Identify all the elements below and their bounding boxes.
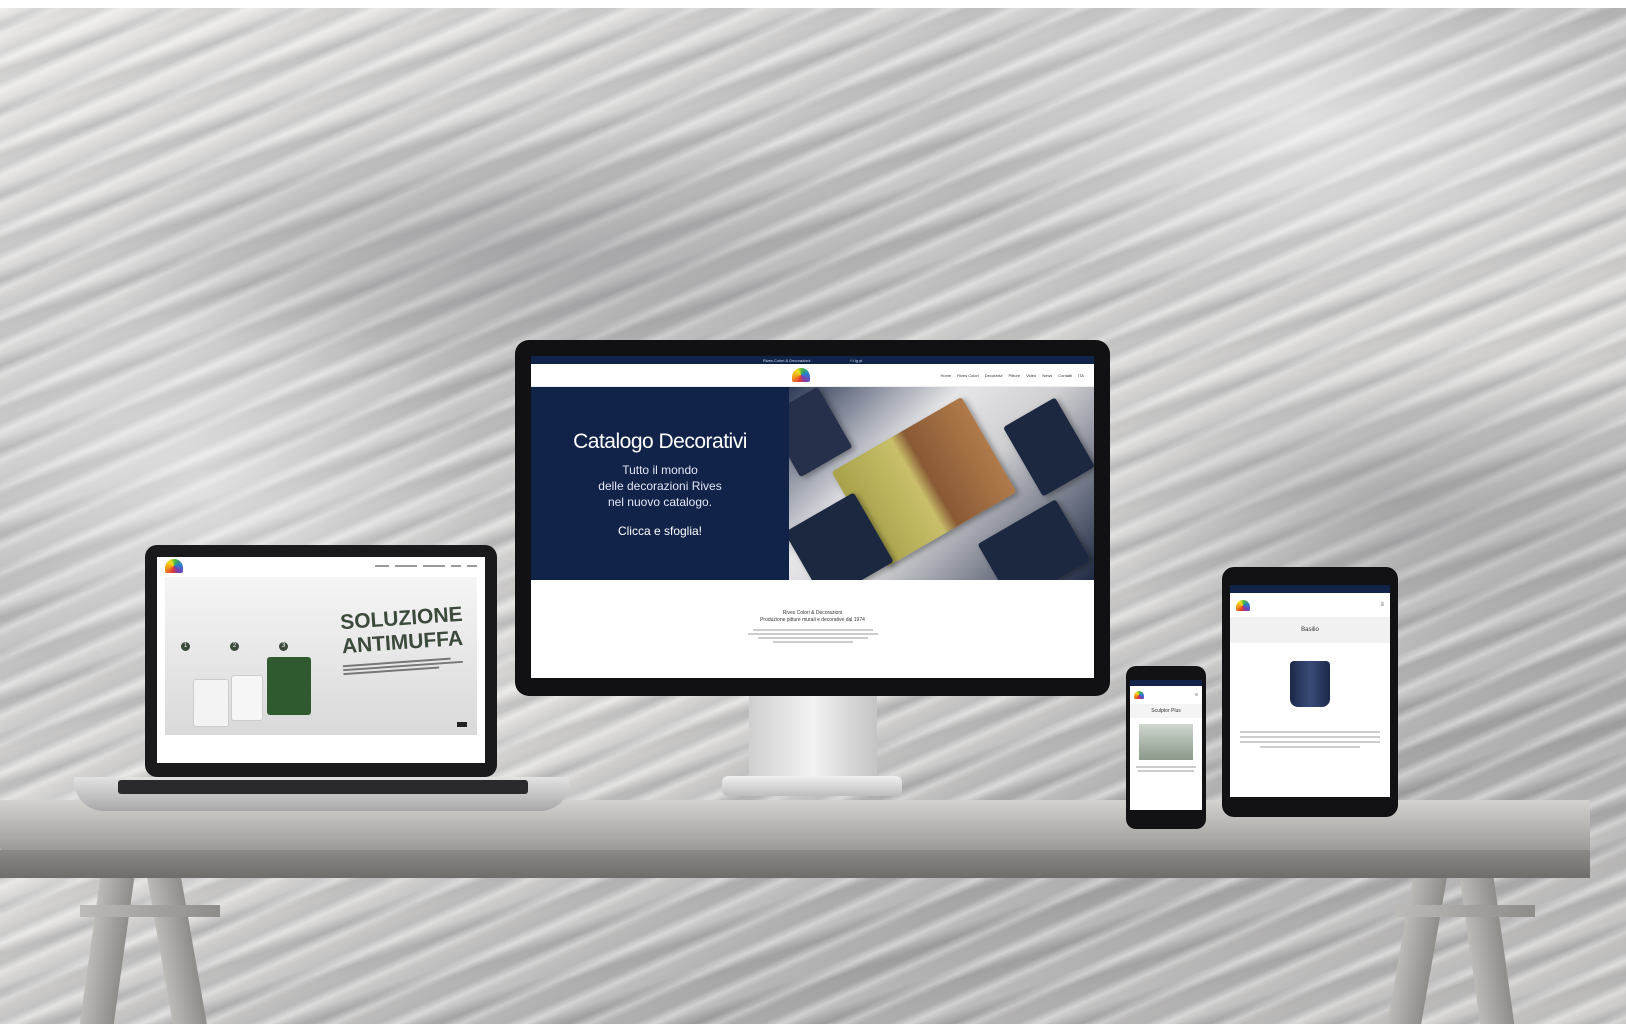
nav-link-home[interactable]: Home xyxy=(940,373,951,378)
laptop-nav-links xyxy=(375,565,477,567)
nav-link-contatti[interactable]: Contatti xyxy=(1058,373,1072,378)
tablet-nav: ≡ xyxy=(1230,593,1390,617)
nav-link-video[interactable]: Video xyxy=(1026,373,1036,378)
desk-brace-left xyxy=(80,905,220,917)
monitor-logo[interactable] xyxy=(791,368,810,382)
laptop-nav-link[interactable] xyxy=(423,565,445,567)
product-bucket xyxy=(267,657,311,715)
laptop-screen: SOLUZIONE ANTIMUFFA 1 2 3 xyxy=(157,557,485,763)
laptop-hero: SOLUZIONE ANTIMUFFA 1 2 3 xyxy=(165,577,477,735)
laptop-logo[interactable] xyxy=(165,559,183,573)
hero-cta-link[interactable]: Clicca e sfoglia! xyxy=(618,524,702,538)
phone-product-image xyxy=(1139,724,1193,760)
hero-text-line: Tutto il mondo xyxy=(622,462,698,477)
mockup-scene: SOLUZIONE ANTIMUFFA 1 2 3 Rives Colori &… xyxy=(0,0,1626,1024)
top-border xyxy=(0,0,1626,8)
nav-link-pitture[interactable]: Pitture xyxy=(1009,373,1021,378)
menu-icon[interactable]: ≡ xyxy=(1195,692,1198,698)
laptop-nav-link[interactable] xyxy=(395,565,417,567)
social-icons[interactable]: f t ig yt xyxy=(850,358,862,363)
monitor-nav-links: Home Rives Colori Decorativi Pitture Vid… xyxy=(940,373,1084,378)
nav-link-rives-colori[interactable]: Rives Colori xyxy=(957,373,979,378)
tablet-product-bucket xyxy=(1290,661,1330,707)
monitor-hero: Catalogo Decorativi Tutto il mondo delle… xyxy=(531,387,1094,580)
hero-text-line: nel nuovo catalogo. xyxy=(607,494,713,509)
topbar-text: Rives Colori & Decorazioni xyxy=(762,357,811,363)
monitor-screen: Rives Colori & Decorazioni f t ig yt Hom… xyxy=(531,356,1094,678)
product-canister xyxy=(193,679,229,727)
laptop-nav-link[interactable] xyxy=(467,565,477,567)
intro-company-name: Rives Colori & Decorazioni xyxy=(782,610,843,616)
laptop-hero-body xyxy=(342,655,464,677)
monitor-stand-foot xyxy=(722,776,902,796)
language-selector[interactable]: ITA xyxy=(1078,373,1084,378)
monitor-topbar: Rives Colori & Decorazioni f t ig yt xyxy=(531,356,1094,364)
nav-link-news[interactable]: News xyxy=(1042,373,1052,378)
laptop-hero-title: SOLUZIONE ANTIMUFFA xyxy=(339,603,465,659)
step-badge: 3 xyxy=(279,642,288,651)
tablet-logo[interactable] xyxy=(1236,599,1250,611)
hero-catalog-image xyxy=(789,387,1094,580)
phone-screen: ≡ Sculptor Plus xyxy=(1130,680,1202,810)
desk-edge xyxy=(0,850,1590,878)
nav-link-decorativi[interactable]: Decorativi xyxy=(985,373,1003,378)
laptop-nav-link[interactable] xyxy=(451,565,461,567)
menu-icon[interactable]: ≡ xyxy=(1380,602,1384,608)
phone-logo[interactable] xyxy=(1134,691,1144,699)
laptop-steps: 1 2 3 xyxy=(181,642,288,651)
laptop-keyboard xyxy=(118,780,528,794)
catalog-cover xyxy=(1003,397,1094,497)
intro-tagline: Produzione pitture murali e decorative d… xyxy=(760,617,865,623)
hero-title: Catalogo Decorativi xyxy=(573,429,747,453)
tablet-screen: ≡ Basilio xyxy=(1230,585,1390,797)
monitor-intro-section: Rives Colori & Decorazioni Produzione pi… xyxy=(531,580,1094,643)
monitor-stand-neck xyxy=(749,696,877,776)
phone-page-title: Sculptor Plus xyxy=(1130,704,1202,718)
step-badge: 2 xyxy=(230,642,239,651)
step-badge: 1 xyxy=(181,642,190,651)
laptop-nav-link[interactable] xyxy=(375,565,389,567)
phone-nav: ≡ xyxy=(1130,686,1202,704)
product-canister xyxy=(231,675,263,721)
hero-text-panel: Catalogo Decorativi Tutto il mondo delle… xyxy=(531,387,789,580)
laptop-nav xyxy=(157,557,485,575)
tablet-topbar xyxy=(1230,585,1390,593)
tablet-page-title: Basilio xyxy=(1230,617,1390,643)
hero-text-line: delle decorazioni Rives xyxy=(598,478,722,493)
monitor-nav: Home Rives Colori Decorativi Pitture Vid… xyxy=(531,364,1094,387)
chat-button[interactable] xyxy=(457,722,467,727)
desk-brace-right xyxy=(1395,905,1535,917)
catalog-cover xyxy=(977,499,1091,580)
